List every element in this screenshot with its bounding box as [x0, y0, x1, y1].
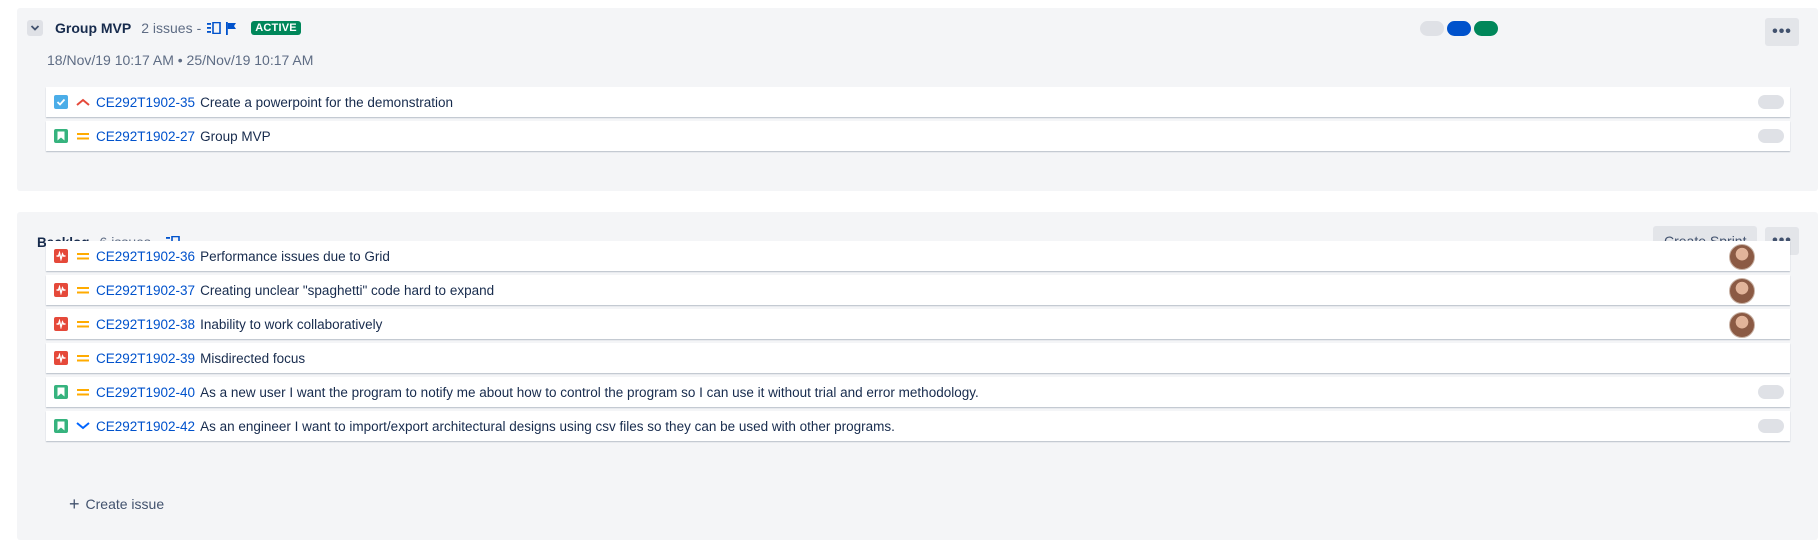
assignee-avatar[interactable]: [1729, 278, 1755, 304]
estimate-badge: [1758, 95, 1784, 109]
status-badge: ACTIVE: [251, 21, 301, 35]
issue-summary: Misdirected focus: [200, 350, 306, 366]
sprint-issue-count: 2 issues: [141, 20, 193, 36]
issue-row[interactable]: CE292T1902-36 Performance issues due to …: [46, 241, 1790, 271]
priority-high-icon: [76, 95, 90, 109]
create-issue-label: Create issue: [85, 496, 165, 512]
priority-medium-icon: [76, 249, 90, 263]
story-type-icon: [54, 419, 68, 433]
status-inprogress-pill: [1447, 21, 1471, 36]
board-icon[interactable]: [207, 22, 222, 34]
issue-summary: Group MVP: [200, 128, 271, 144]
issue-summary: As a new user I want the program to noti…: [200, 384, 979, 400]
estimate-badge: [1758, 385, 1784, 399]
issue-key-link[interactable]: CE292T1902-36: [96, 249, 195, 264]
story-type-icon: [54, 129, 68, 143]
issue-key-link[interactable]: CE292T1902-37: [96, 283, 195, 298]
assignee-avatar[interactable]: [1729, 244, 1755, 270]
separator: -: [196, 20, 202, 36]
issue-key-link[interactable]: CE292T1902-39: [96, 351, 195, 366]
issue-row[interactable]: CE292T1902-27 Group MVP: [46, 121, 1790, 151]
issue-row[interactable]: CE292T1902-35 Create a powerpoint for th…: [46, 87, 1790, 117]
sprint-header: Group MVP 2 issues - ACTIVE: [27, 20, 301, 36]
flag-icon[interactable]: [225, 21, 237, 35]
issue-key-link[interactable]: CE292T1902-35: [96, 95, 195, 110]
status-done-pill: [1474, 21, 1498, 36]
sprint-more-button[interactable]: •••: [1765, 18, 1799, 46]
issue-row[interactable]: CE292T1902-38 Inability to work collabor…: [46, 309, 1790, 339]
sprint-issue-list: CE292T1902-35 Create a powerpoint for th…: [46, 87, 1790, 155]
priority-medium-icon: [76, 317, 90, 331]
sprint-group-mvp: Group MVP 2 issues - ACTIVE 18/Nov/19 10…: [17, 8, 1818, 191]
chevron-down-icon: [30, 25, 40, 31]
estimate-badge: [1758, 129, 1784, 143]
issue-summary: Creating unclear "spaghetti" code hard t…: [200, 282, 495, 298]
assignee-avatar[interactable]: [1729, 312, 1755, 338]
bug-type-icon: [54, 283, 68, 297]
issue-summary: Inability to work collaboratively: [200, 316, 383, 332]
priority-medium-icon: [76, 129, 90, 143]
backlog-section: Backlog 6 issues - Create Sprint ••• CE2…: [17, 212, 1818, 540]
priority-medium-icon: [76, 385, 90, 399]
issue-key-link[interactable]: CE292T1902-27: [96, 129, 195, 144]
bug-type-icon: [54, 351, 68, 365]
sprint-dates: 18/Nov/19 10:17 AM • 25/Nov/19 10:17 AM: [47, 52, 314, 68]
bug-type-icon: [54, 317, 68, 331]
issue-row[interactable]: CE292T1902-42 As an engineer I want to i…: [46, 411, 1790, 441]
priority-low-icon: [76, 419, 90, 433]
backlog-issue-list: CE292T1902-36 Performance issues due to …: [46, 241, 1790, 445]
issue-summary: Create a powerpoint for the demonstratio…: [200, 94, 453, 110]
priority-medium-icon: [76, 351, 90, 365]
issue-summary: As an engineer I want to import/export a…: [200, 418, 895, 434]
collapse-toggle[interactable]: [27, 20, 43, 36]
issue-key-link[interactable]: CE292T1902-42: [96, 419, 195, 434]
create-issue-button[interactable]: + Create issue: [69, 494, 165, 514]
priority-medium-icon: [76, 283, 90, 297]
issue-row[interactable]: CE292T1902-37 Creating unclear "spaghett…: [46, 275, 1790, 305]
story-type-icon: [54, 385, 68, 399]
status-todo-pill: [1420, 21, 1444, 36]
subtask-type-icon: [54, 95, 68, 109]
issue-row[interactable]: CE292T1902-40 As a new user I want the p…: [46, 377, 1790, 407]
bug-type-icon: [54, 249, 68, 263]
issue-summary: Performance issues due to Grid: [200, 248, 390, 264]
issue-key-link[interactable]: CE292T1902-38: [96, 317, 195, 332]
issue-key-link[interactable]: CE292T1902-40: [96, 385, 195, 400]
estimate-badge: [1758, 419, 1784, 433]
plus-icon: +: [69, 494, 80, 514]
issue-row[interactable]: CE292T1902-39 Misdirected focus: [46, 343, 1790, 373]
sprint-title[interactable]: Group MVP: [55, 20, 131, 36]
